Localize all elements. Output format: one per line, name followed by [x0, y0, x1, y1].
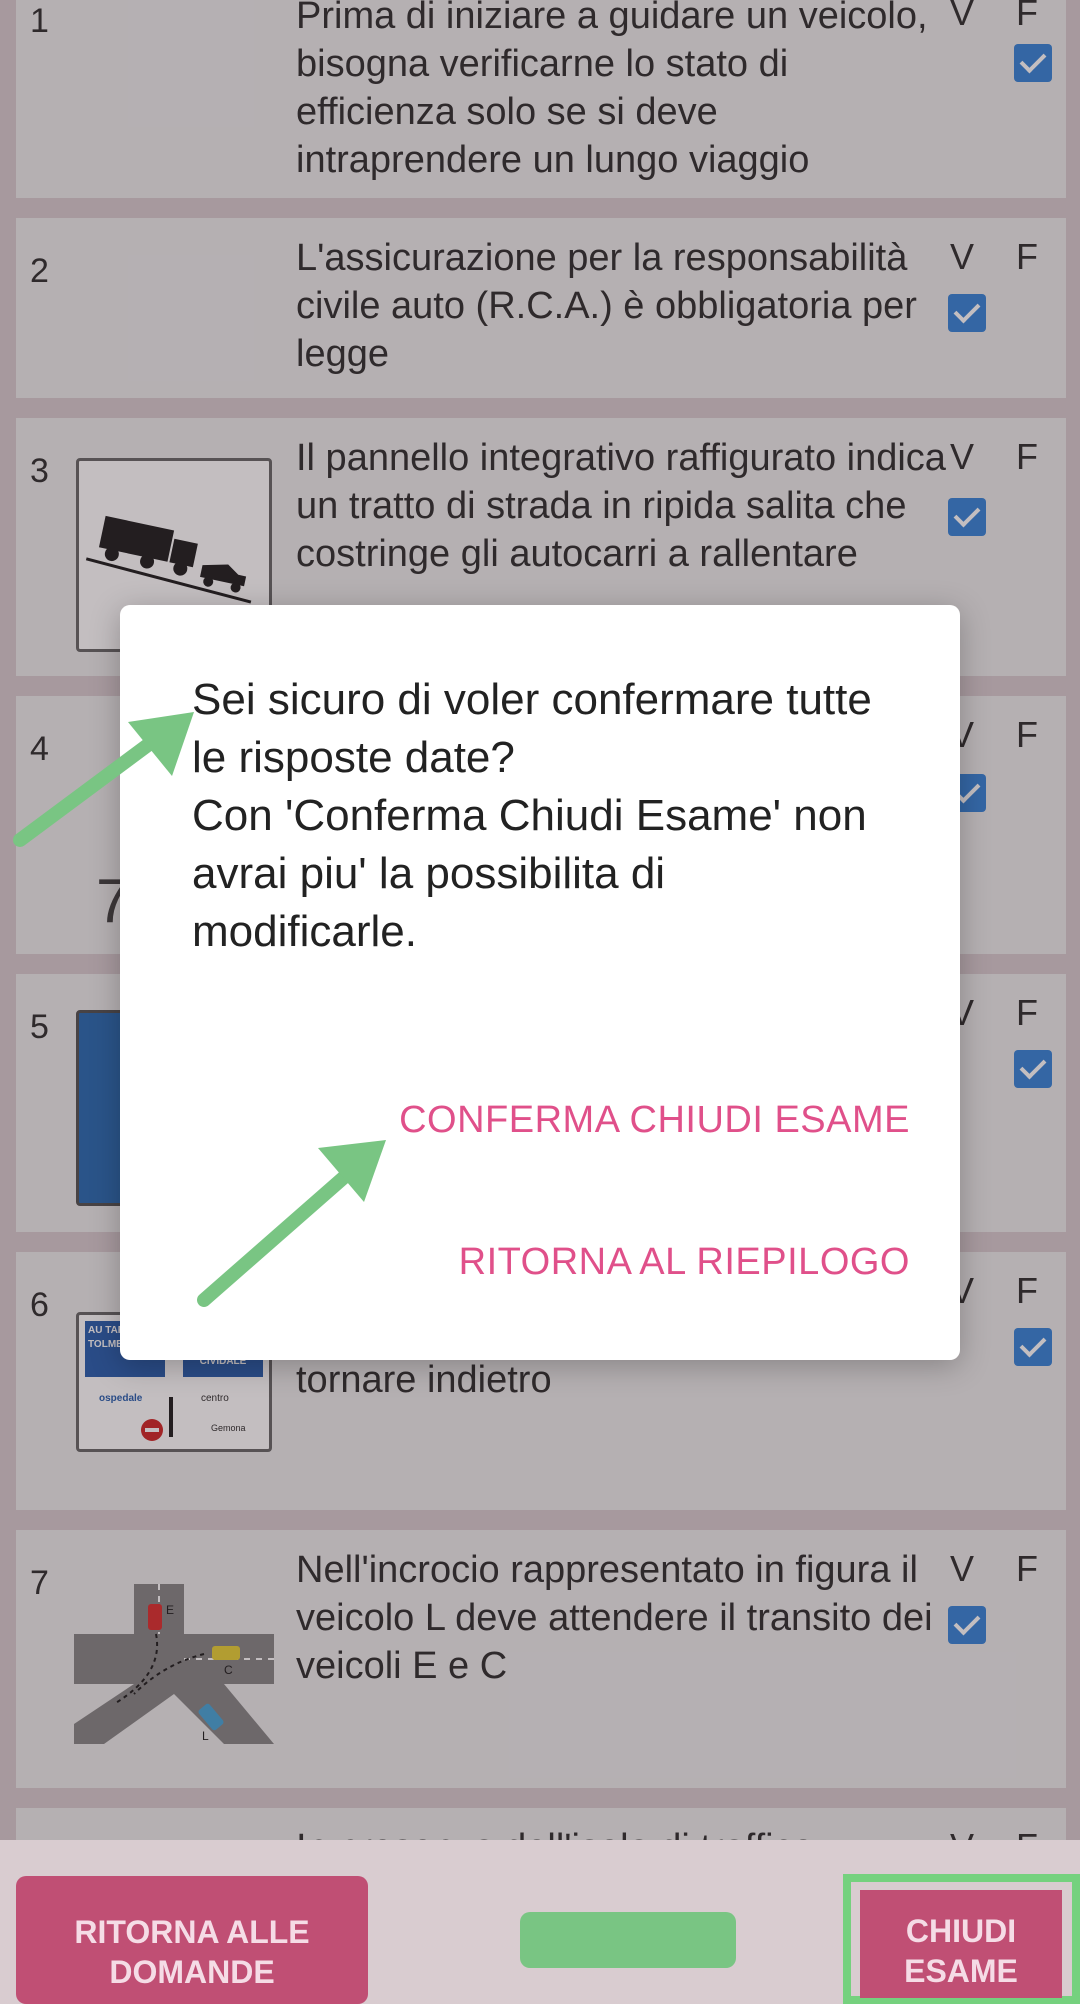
- annotation-arrow-confirm: [197, 1140, 386, 1307]
- confirm-close-exam-button[interactable]: CONFERMA CHIUDI ESAME: [399, 1099, 910, 1142]
- return-to-summary-button[interactable]: RITORNA AL RIEPILOGO: [459, 1241, 910, 1284]
- dialog-message: Sei sicuro di voler confermare tutte le …: [192, 675, 872, 956]
- back-to-questions-button[interactable]: RITORNA ALLE DOMANDE: [16, 1876, 368, 2004]
- redacted-timer-pill: [520, 1912, 736, 1968]
- bottom-action-bar: RITORNA ALLE DOMANDE CHIUDI ESAME: [0, 1840, 1080, 2004]
- close-exam-button[interactable]: CHIUDI ESAME: [860, 1890, 1062, 1998]
- annotation-arrow-message: [13, 712, 194, 847]
